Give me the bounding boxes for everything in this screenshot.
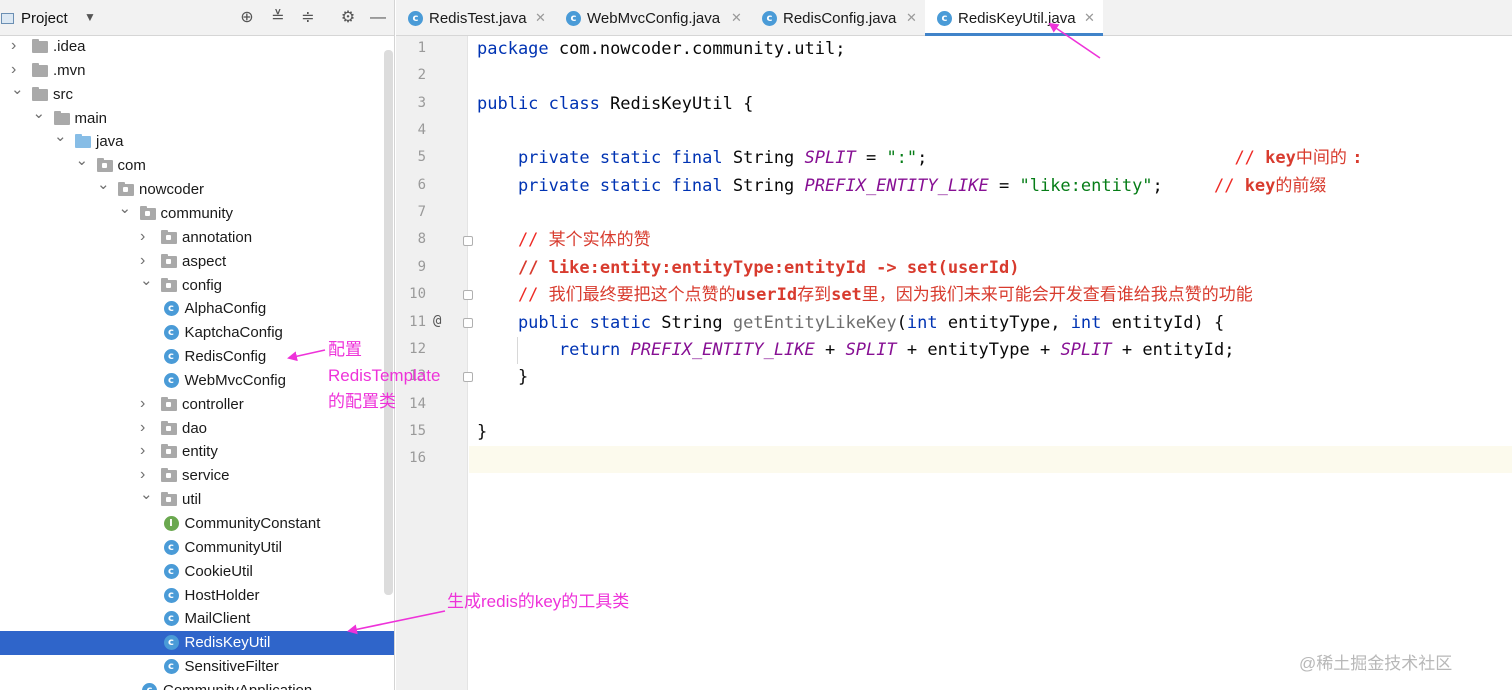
annotation-redisconfig-line2: RedisTemplate: [328, 366, 441, 385]
annotation-redisconfig-line1: 配置: [328, 340, 362, 359]
annotation-arrow-tab: [1048, 22, 1101, 59]
annotation-rediskeyutil: 生成redis的key的工具类: [447, 592, 630, 611]
annotation-arrow-rediskeyutil: [347, 610, 446, 635]
watermark: @稀土掘金技术社区: [1299, 654, 1453, 673]
annotation-arrow-redisconfig: [287, 349, 326, 362]
annotation-redisconfig-line3: 的配置类: [328, 392, 396, 411]
annotation-arrows: [287, 22, 1101, 635]
